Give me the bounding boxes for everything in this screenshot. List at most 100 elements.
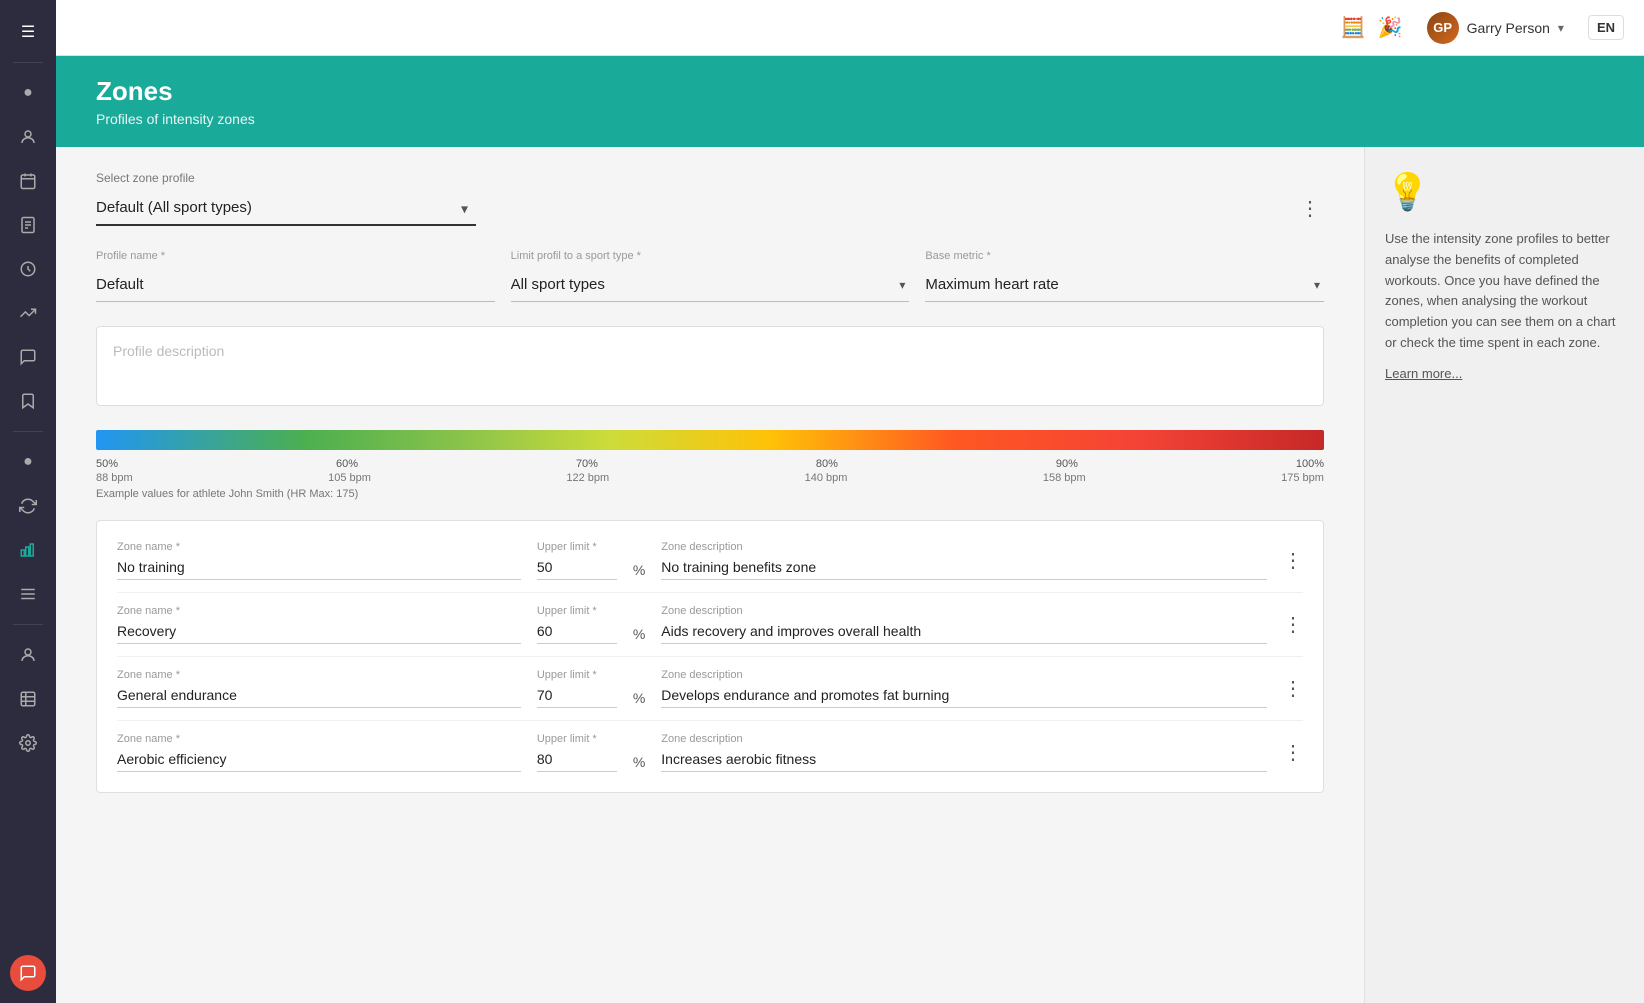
sidebar-divider-1 bbox=[13, 62, 43, 63]
zone-label-70: 70% bbox=[576, 458, 598, 470]
zone-more-button-1[interactable]: ⋮ bbox=[1283, 612, 1303, 637]
page-title: Zones bbox=[96, 76, 1604, 107]
calculator-icon[interactable]: 🧮 bbox=[1341, 15, 1366, 40]
zone-bpm-175: 175 bpm bbox=[1281, 472, 1324, 484]
zone-more-button-2[interactable]: ⋮ bbox=[1283, 676, 1303, 701]
zone-name-input-1[interactable] bbox=[117, 619, 521, 644]
trend-icon[interactable] bbox=[8, 293, 48, 333]
sidebar: ☰ ● ● bbox=[0, 0, 56, 1003]
sport-type-select-wrap: All sport types ▾ bbox=[511, 268, 910, 302]
page-subtitle: Profiles of intensity zones bbox=[96, 111, 1604, 127]
zone-desc-input-3[interactable] bbox=[661, 747, 1267, 772]
zone-limit-input-3[interactable] bbox=[537, 747, 617, 772]
select-zone-row: Default (All sport types) ▾ ⋮ bbox=[96, 191, 1324, 226]
menu-icon[interactable]: ☰ bbox=[8, 12, 48, 52]
zone-limit-field-3: Upper limit * bbox=[537, 733, 617, 772]
chevron-down-icon: ▾ bbox=[1558, 21, 1564, 35]
base-metric-label: Base metric * bbox=[925, 250, 1324, 262]
list2-icon[interactable] bbox=[8, 574, 48, 614]
profile-name-field: Profile name * bbox=[96, 250, 495, 302]
zone-limit-label-3: Upper limit * bbox=[537, 733, 617, 745]
zone-profile-select[interactable]: Default (All sport types) bbox=[96, 191, 476, 226]
learn-more-link[interactable]: Learn more... bbox=[1385, 366, 1624, 381]
page-header: Zones Profiles of intensity zones bbox=[56, 56, 1644, 147]
zone-limit-label-2: Upper limit * bbox=[537, 669, 617, 681]
zone-limit-input-2[interactable] bbox=[537, 683, 617, 708]
zone-name-field-2: Zone name * bbox=[117, 669, 521, 708]
cog-icon[interactable] bbox=[8, 723, 48, 763]
sport-type-select[interactable]: All sport types bbox=[511, 268, 910, 302]
profile-more-button[interactable]: ⋮ bbox=[1296, 192, 1324, 225]
dot-icon[interactable]: ● bbox=[8, 442, 48, 482]
description-box[interactable]: Profile description bbox=[96, 326, 1324, 406]
user2-icon[interactable] bbox=[8, 635, 48, 675]
zone-limit-label-0: Upper limit * bbox=[537, 541, 617, 553]
base-metric-select-wrap: Maximum heart rate ▾ bbox=[925, 268, 1324, 302]
calendar-icon[interactable] bbox=[8, 161, 48, 201]
avatar: GP bbox=[1427, 12, 1459, 44]
info-panel-inner: 💡 Use the intensity zone profiles to bet… bbox=[1385, 171, 1624, 381]
zones-list: Zone name * Upper limit * % Zone descrip… bbox=[117, 529, 1303, 784]
base-metric-select[interactable]: Maximum heart rate bbox=[925, 268, 1324, 302]
chat-icon[interactable] bbox=[8, 337, 48, 377]
zone-name-input-3[interactable] bbox=[117, 747, 521, 772]
zone-desc-input-0[interactable] bbox=[661, 555, 1267, 580]
zone-limit-label-1: Upper limit * bbox=[537, 605, 617, 617]
zone-desc-input-2[interactable] bbox=[661, 683, 1267, 708]
users-icon[interactable] bbox=[8, 117, 48, 157]
zone-bpm-labels: 88 bpm 105 bpm 122 bpm 140 bpm 158 bpm 1… bbox=[96, 472, 1324, 484]
zone-row: Zone name * Upper limit * % Zone descrip… bbox=[117, 657, 1303, 721]
zone-desc-field-1: Zone description bbox=[661, 605, 1267, 644]
zone-bar bbox=[96, 430, 1324, 450]
zone-desc-label-1: Zone description bbox=[661, 605, 1267, 617]
bookmark-icon[interactable] bbox=[8, 381, 48, 421]
main-panel: Select zone profile Default (All sport t… bbox=[56, 147, 1364, 1003]
zone-desc-field-2: Zone description bbox=[661, 669, 1267, 708]
sidebar-divider-2 bbox=[13, 431, 43, 432]
topbar-icons: 🧮 🎉 bbox=[1341, 15, 1403, 40]
zone-desc-label-2: Zone description bbox=[661, 669, 1267, 681]
language-selector[interactable]: EN bbox=[1588, 15, 1624, 40]
user-name: Garry Person bbox=[1467, 20, 1550, 36]
profile-form: Profile name * Limit profil to a sport t… bbox=[96, 250, 1324, 302]
bulb-icon: 💡 bbox=[1385, 171, 1624, 213]
sync-icon[interactable] bbox=[8, 486, 48, 526]
select-zone-label: Select zone profile bbox=[96, 171, 1324, 185]
zone-pct-sign-3: % bbox=[633, 754, 645, 770]
zone-label-50: 50% bbox=[96, 458, 118, 470]
zone-desc-label-0: Zone description bbox=[661, 541, 1267, 553]
profile-name-label: Profile name * bbox=[96, 250, 495, 262]
zone-limit-field-1: Upper limit * bbox=[537, 605, 617, 644]
document-icon[interactable] bbox=[8, 205, 48, 245]
zone-name-input-2[interactable] bbox=[117, 683, 521, 708]
sport-type-field: Limit profil to a sport type * All sport… bbox=[511, 250, 910, 302]
zone-desc-field-0: Zone description bbox=[661, 541, 1267, 580]
chat-bubble-icon[interactable] bbox=[10, 955, 46, 991]
zone-name-label-0: Zone name * bbox=[117, 541, 521, 553]
example-text: Example values for athlete John Smith (H… bbox=[96, 488, 1324, 500]
analytics-icon[interactable] bbox=[8, 249, 48, 289]
zone-desc-label-3: Zone description bbox=[661, 733, 1267, 745]
content-area: Select zone profile Default (All sport t… bbox=[56, 147, 1644, 1003]
zone-more-button-0[interactable]: ⋮ bbox=[1283, 548, 1303, 573]
zone-name-field-3: Zone name * bbox=[117, 733, 521, 772]
zone-more-button-3[interactable]: ⋮ bbox=[1283, 740, 1303, 765]
table2-icon[interactable] bbox=[8, 679, 48, 719]
zone-bpm-158: 158 bpm bbox=[1043, 472, 1086, 484]
zone-row: Zone name * Upper limit * % Zone descrip… bbox=[117, 721, 1303, 784]
zone-pct-sign-0: % bbox=[633, 562, 645, 578]
user-menu[interactable]: GP Garry Person ▾ bbox=[1419, 8, 1572, 48]
profile-name-input[interactable] bbox=[96, 268, 495, 302]
party-icon[interactable]: 🎉 bbox=[1378, 15, 1403, 40]
zone-desc-input-1[interactable] bbox=[661, 619, 1267, 644]
sport-type-label: Limit profil to a sport type * bbox=[511, 250, 910, 262]
zone-limit-input-0[interactable] bbox=[537, 555, 617, 580]
zone-row: Zone name * Upper limit * % Zone descrip… bbox=[117, 593, 1303, 657]
zone-limit-input-1[interactable] bbox=[537, 619, 617, 644]
bar-chart-icon[interactable] bbox=[8, 530, 48, 570]
home-icon[interactable]: ● bbox=[8, 73, 48, 113]
zone-name-input-0[interactable] bbox=[117, 555, 521, 580]
zone-pct-sign-1: % bbox=[633, 626, 645, 642]
select-zone-section: Select zone profile Default (All sport t… bbox=[96, 171, 1324, 226]
sidebar-divider-3 bbox=[13, 624, 43, 625]
